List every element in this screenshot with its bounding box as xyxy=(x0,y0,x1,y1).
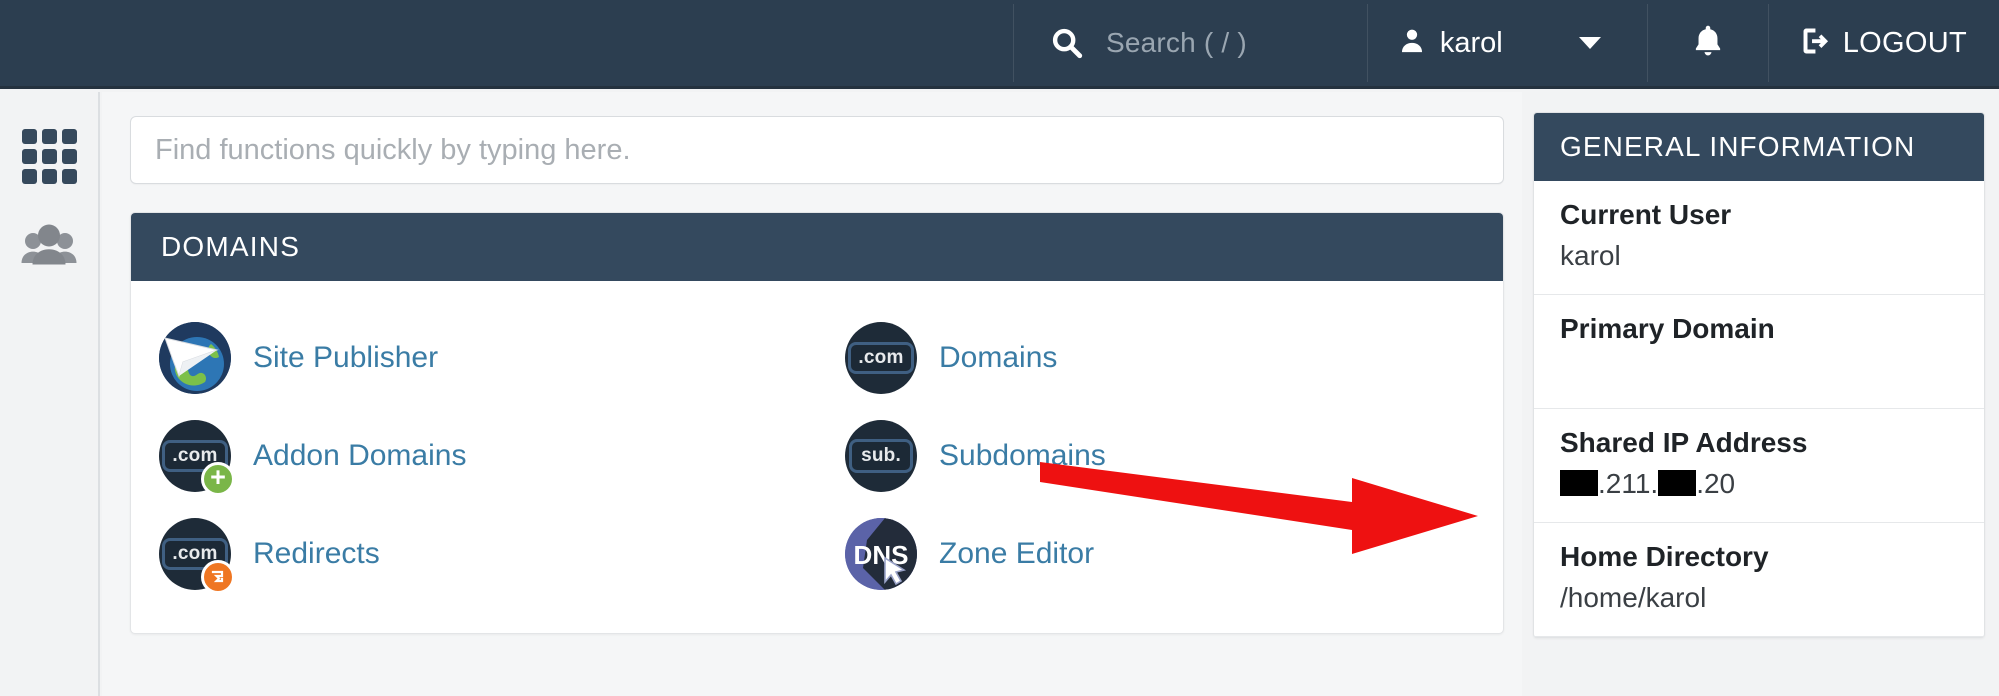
search-placeholder: Search ( / ) xyxy=(1105,27,1247,58)
info-value: /home/karol xyxy=(1560,582,1707,613)
domains-row: .com Redirects DNS Zone Editor xyxy=(131,505,1503,603)
info-value: karol xyxy=(1560,240,1621,271)
username-label: karol xyxy=(1439,26,1503,59)
sidebar-item-user-manager[interactable] xyxy=(0,202,99,294)
app-label: Addon Domains xyxy=(253,439,467,472)
info-value-redacted: .211. .20 xyxy=(1560,468,1958,500)
domains-panel-header: DOMAINS xyxy=(131,213,1503,281)
svg-text:DNS: DNS xyxy=(854,540,909,570)
redirect-badge-icon xyxy=(201,560,235,594)
search-icon xyxy=(1050,26,1084,60)
info-row-primary-domain: Primary Domain xyxy=(1534,295,1984,409)
app-tile-zone-editor[interactable]: DNS Zone Editor xyxy=(817,505,1503,603)
redaction-block xyxy=(1658,470,1697,496)
app-label: Redirects xyxy=(253,537,380,570)
subdomains-badge-text: sub. xyxy=(849,439,913,473)
domains-panel: DOMAINS Site Publisher .com Domains .com… xyxy=(130,212,1504,634)
main-content: Find functions quickly by typing here. D… xyxy=(102,92,1522,696)
plus-badge-icon: + xyxy=(201,462,235,496)
logout-icon xyxy=(1799,24,1833,63)
app-tile-domains[interactable]: .com Domains xyxy=(817,309,1503,407)
domains-panel-title: DOMAINS xyxy=(161,231,301,262)
app-tile-site-publisher[interactable]: Site Publisher xyxy=(131,309,817,407)
general-information-title: GENERAL INFORMATION xyxy=(1560,131,1916,162)
quick-find-placeholder: Find functions quickly by typing here. xyxy=(155,133,631,166)
app-tile-redirects[interactable]: .com Redirects xyxy=(131,505,817,603)
site-publisher-icon xyxy=(159,322,231,394)
logout-button[interactable]: LOGOUT xyxy=(1769,0,1999,86)
info-key: Primary Domain xyxy=(1560,313,1775,344)
addon-domains-icon: .com + xyxy=(159,420,235,496)
domains-row: Site Publisher .com Domains xyxy=(131,309,1503,407)
chevron-down-icon xyxy=(1578,37,1601,49)
redirects-icon: .com xyxy=(159,518,235,594)
domains-panel-body: Site Publisher .com Domains .com + Addon… xyxy=(131,281,1503,633)
bell-icon xyxy=(1692,23,1724,64)
info-row-shared-ip-address: Shared IP Address .211. .20 xyxy=(1534,409,1984,523)
ip-part-2: .20 xyxy=(1696,468,1736,499)
app-label: Site Publisher xyxy=(253,341,439,374)
left-sidebar xyxy=(0,92,100,696)
app-label: Domains xyxy=(939,341,1058,374)
quick-find-input[interactable]: Find functions quickly by typing here. xyxy=(130,116,1504,184)
domains-badge-text: .com xyxy=(848,342,914,374)
info-row-home-directory: Home Directory /home/karol xyxy=(1534,523,1984,637)
info-key: Shared IP Address xyxy=(1560,427,1808,458)
app-tile-addon-domains[interactable]: .com + Addon Domains xyxy=(131,407,817,505)
grid-icon xyxy=(21,128,77,184)
domains-row: .com + Addon Domains sub. Subdomains xyxy=(131,407,1503,505)
logout-label: LOGOUT xyxy=(1842,26,1967,59)
person-icon xyxy=(1398,26,1426,61)
global-search[interactable]: Search ( / ) xyxy=(1014,0,1367,86)
user-menu-toggle[interactable] xyxy=(1533,0,1647,86)
domains-com-icon: .com xyxy=(845,322,917,394)
top-header-bar: Search ( / ) karol LOGOUT xyxy=(0,0,1999,89)
app-label: Zone Editor xyxy=(939,537,1095,570)
info-key: Current User xyxy=(1560,199,1732,230)
people-icon xyxy=(20,223,78,274)
info-row-current-user: Current User karol xyxy=(1534,181,1984,295)
redaction-block xyxy=(1560,470,1598,496)
user-menu[interactable]: karol xyxy=(1368,0,1533,86)
app-label: Subdomains xyxy=(939,439,1106,472)
sidebar-item-apps-grid[interactable] xyxy=(0,110,99,202)
ip-part-1: .211. xyxy=(1598,468,1659,499)
subdomains-icon: sub. xyxy=(845,420,917,492)
general-information-panel: GENERAL INFORMATION Current User karol P… xyxy=(1533,112,1985,638)
app-tile-subdomains[interactable]: sub. Subdomains xyxy=(817,407,1503,505)
general-information-header: GENERAL INFORMATION xyxy=(1534,113,1984,181)
info-key: Home Directory xyxy=(1560,541,1769,572)
dns-zone-editor-icon: DNS xyxy=(845,518,917,590)
notifications-button[interactable] xyxy=(1648,0,1768,86)
info-value xyxy=(1560,354,1958,386)
